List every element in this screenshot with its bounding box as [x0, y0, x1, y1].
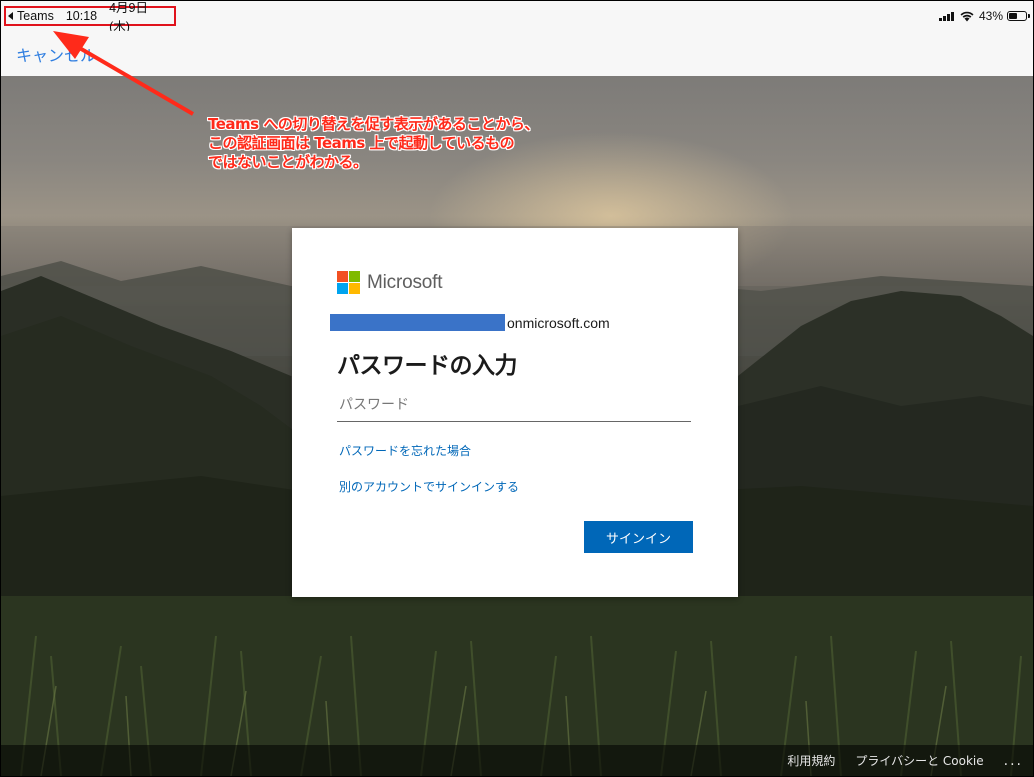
back-to-app-indicator[interactable]: Teams 10:18 4月9日(木)	[4, 1, 176, 34]
account-domain: onmicrosoft.com	[507, 314, 610, 331]
other-account-link[interactable]: 別のアカウントでサインインする	[339, 478, 519, 495]
signin-button[interactable]: サインイン	[584, 521, 693, 553]
terms-link[interactable]: 利用規約	[787, 752, 835, 769]
app-frame: Teams 10:18 4月9日(木) 43% キャンセル Teams への切り…	[0, 0, 1034, 777]
privacy-link[interactable]: プライバシーと Cookie	[855, 752, 983, 769]
signin-card: Microsoft onmicrosoft.com パスワードの入力 パスワード…	[292, 228, 738, 597]
status-bar: Teams 10:18 4月9日(木) 43%	[1, 1, 1033, 34]
battery-icon	[1007, 11, 1030, 21]
page-title: パスワードの入力	[337, 353, 518, 379]
account-identity: onmicrosoft.com	[330, 314, 610, 331]
status-indicators: 43%	[938, 9, 1030, 23]
cellular-signal-icon	[938, 11, 955, 21]
forgot-password-link[interactable]: パスワードを忘れた場合	[339, 442, 471, 459]
wifi-icon	[960, 11, 974, 22]
microsoft-logo-icon	[337, 271, 360, 294]
navigation-bar: キャンセル	[1, 31, 1033, 76]
password-input[interactable]	[337, 388, 691, 422]
cancel-button[interactable]: キャンセル	[16, 42, 96, 66]
battery-percent: 43%	[978, 9, 1003, 23]
microsoft-logo: Microsoft	[337, 271, 442, 294]
footer: 利用規約 プライバシーと Cookie ...	[1, 745, 1033, 776]
back-triangle-icon	[8, 12, 13, 20]
status-time: 10:18	[65, 9, 98, 23]
redacted-username	[330, 314, 505, 331]
more-options-icon[interactable]: ...	[1004, 753, 1023, 769]
annotation-text: Teams への切り替えを促す表示があることから、 この認証画面は Teams …	[208, 115, 539, 171]
status-date: 4月9日(木)	[109, 1, 149, 34]
microsoft-wordmark: Microsoft	[367, 271, 443, 293]
status-app-name: Teams	[17, 9, 54, 23]
